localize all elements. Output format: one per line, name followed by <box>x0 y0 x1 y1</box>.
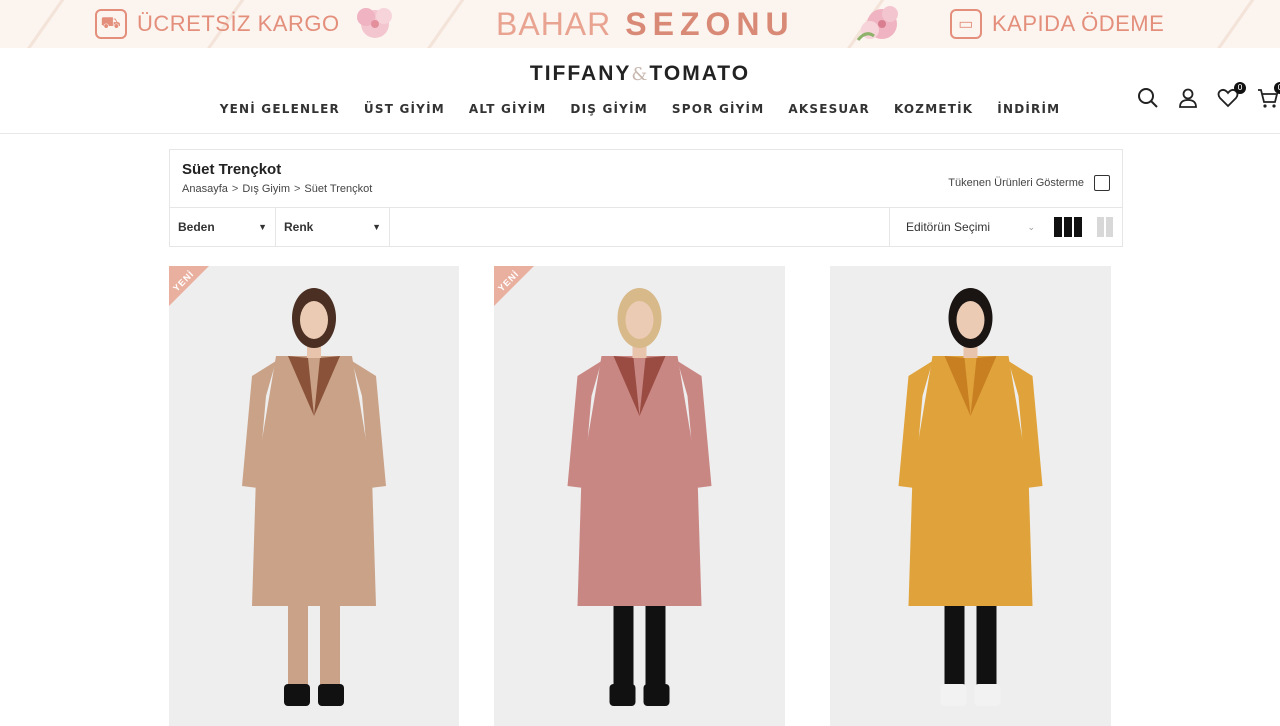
product-image <box>169 266 459 726</box>
brand-name-part-1: TIFFANY <box>529 62 632 85</box>
flower-decoration <box>856 6 898 41</box>
truck-icon: ⛟ <box>95 9 127 39</box>
header-divider <box>0 133 1280 134</box>
nav-sale[interactable]: İNDİRİM <box>997 102 1060 116</box>
hide-out-of-stock-label: Tükenen Ürünleri Gösterme <box>948 177 1084 189</box>
product-image <box>830 266 1111 726</box>
search-icon[interactable] <box>1136 86 1160 110</box>
breadcrumb-category[interactable]: Dış Giyim <box>242 183 290 195</box>
nav-tops[interactable]: ÜST GİYİM <box>364 102 445 116</box>
user-icon[interactable] <box>1176 86 1200 110</box>
brand-name-part-2: TOMATO <box>649 62 751 85</box>
brand-logo[interactable]: TIFFANY&TOMATO <box>0 62 1280 86</box>
season-title: BAHAR SEZONU <box>496 0 795 48</box>
chevron-down-icon: ▼ <box>372 222 381 232</box>
pay-at-door-promo: ▭ KAPIDA ÖDEME <box>950 0 1164 48</box>
free-shipping-promo: ⛟ ÜCRETSİZ KARGO <box>95 0 340 48</box>
hide-out-of-stock: Tükenen Ürünleri Gösterme <box>948 175 1110 191</box>
sort-dropdown[interactable]: Editörün Seçimi ⌄ <box>889 208 1047 246</box>
breadcrumb-separator: > <box>293 183 301 195</box>
color-filter-dropdown[interactable]: Renk ▼ <box>276 208 390 246</box>
product-image <box>494 266 785 726</box>
breadcrumb: Anasayfa > Dış Giyim > Süet Trençkot <box>182 183 372 195</box>
product-card[interactable] <box>830 266 1111 726</box>
favorites-count-badge: 0 <box>1234 82 1246 94</box>
nav-sportswear[interactable]: SPOR GİYİM <box>672 102 764 116</box>
product-card[interactable]: YENİ <box>494 266 785 726</box>
flower-decoration <box>357 8 392 38</box>
header-actions: 0 0 <box>1136 82 1280 110</box>
breadcrumb-current: Süet Trençkot <box>304 183 373 195</box>
heart-icon[interactable]: 0 <box>1216 82 1246 110</box>
cart-icon[interactable]: 0 <box>1256 82 1280 110</box>
season-word-2: SEZONU <box>625 5 795 42</box>
wallet-icon: ▭ <box>950 9 982 39</box>
page-title: Süet Trençkot <box>182 161 282 178</box>
nav-accessories[interactable]: AKSESUAR <box>788 102 870 116</box>
cart-count-badge: 0 <box>1274 82 1280 94</box>
color-filter-label: Renk <box>284 220 314 234</box>
chevron-down-icon: ▼ <box>258 222 267 232</box>
product-card[interactable]: YENİ <box>169 266 459 726</box>
nav-outerwear[interactable]: DIŞ GİYİM <box>570 102 647 116</box>
free-shipping-label: ÜCRETSİZ KARGO <box>137 11 340 36</box>
chevron-down-icon: ⌄ <box>1027 221 1035 232</box>
breadcrumb-separator: > <box>231 183 239 195</box>
main-nav: YENİ GELENLER ÜST GİYİM ALT GİYİM DIŞ Gİ… <box>0 102 1280 116</box>
nav-cosmetics[interactable]: KOZMETİK <box>894 102 973 116</box>
grid-2-columns-icon[interactable] <box>1097 217 1113 237</box>
pay-at-door-label: KAPIDA ÖDEME <box>992 11 1165 36</box>
promo-banner: ⛟ ÜCRETSİZ KARGO BAHAR SEZONU ▭ KAPIDA Ö… <box>0 0 1280 48</box>
size-filter-label: Beden <box>178 220 215 234</box>
nav-new-arrivals[interactable]: YENİ GELENLER <box>220 102 340 116</box>
brand-ampersand: & <box>631 64 650 85</box>
size-filter-dropdown[interactable]: Beden ▼ <box>170 208 276 246</box>
sort-label: Editörün Seçimi <box>906 220 991 234</box>
season-word-1: BAHAR <box>496 5 612 42</box>
hide-out-of-stock-checkbox[interactable] <box>1094 175 1110 191</box>
nav-bottoms[interactable]: ALT GİYİM <box>469 102 547 116</box>
listing-header: Süet Trençkot Anasayfa > Dış Giyim > Süe… <box>169 149 1123 247</box>
listing-title-bar: Süet Trençkot Anasayfa > Dış Giyim > Süe… <box>170 150 1122 208</box>
breadcrumb-home[interactable]: Anasayfa <box>182 183 228 195</box>
grid-3-columns-icon[interactable] <box>1054 217 1082 237</box>
filter-bar: Beden ▼ Renk ▼ Editörün Seçimi ⌄ <box>170 208 1122 246</box>
